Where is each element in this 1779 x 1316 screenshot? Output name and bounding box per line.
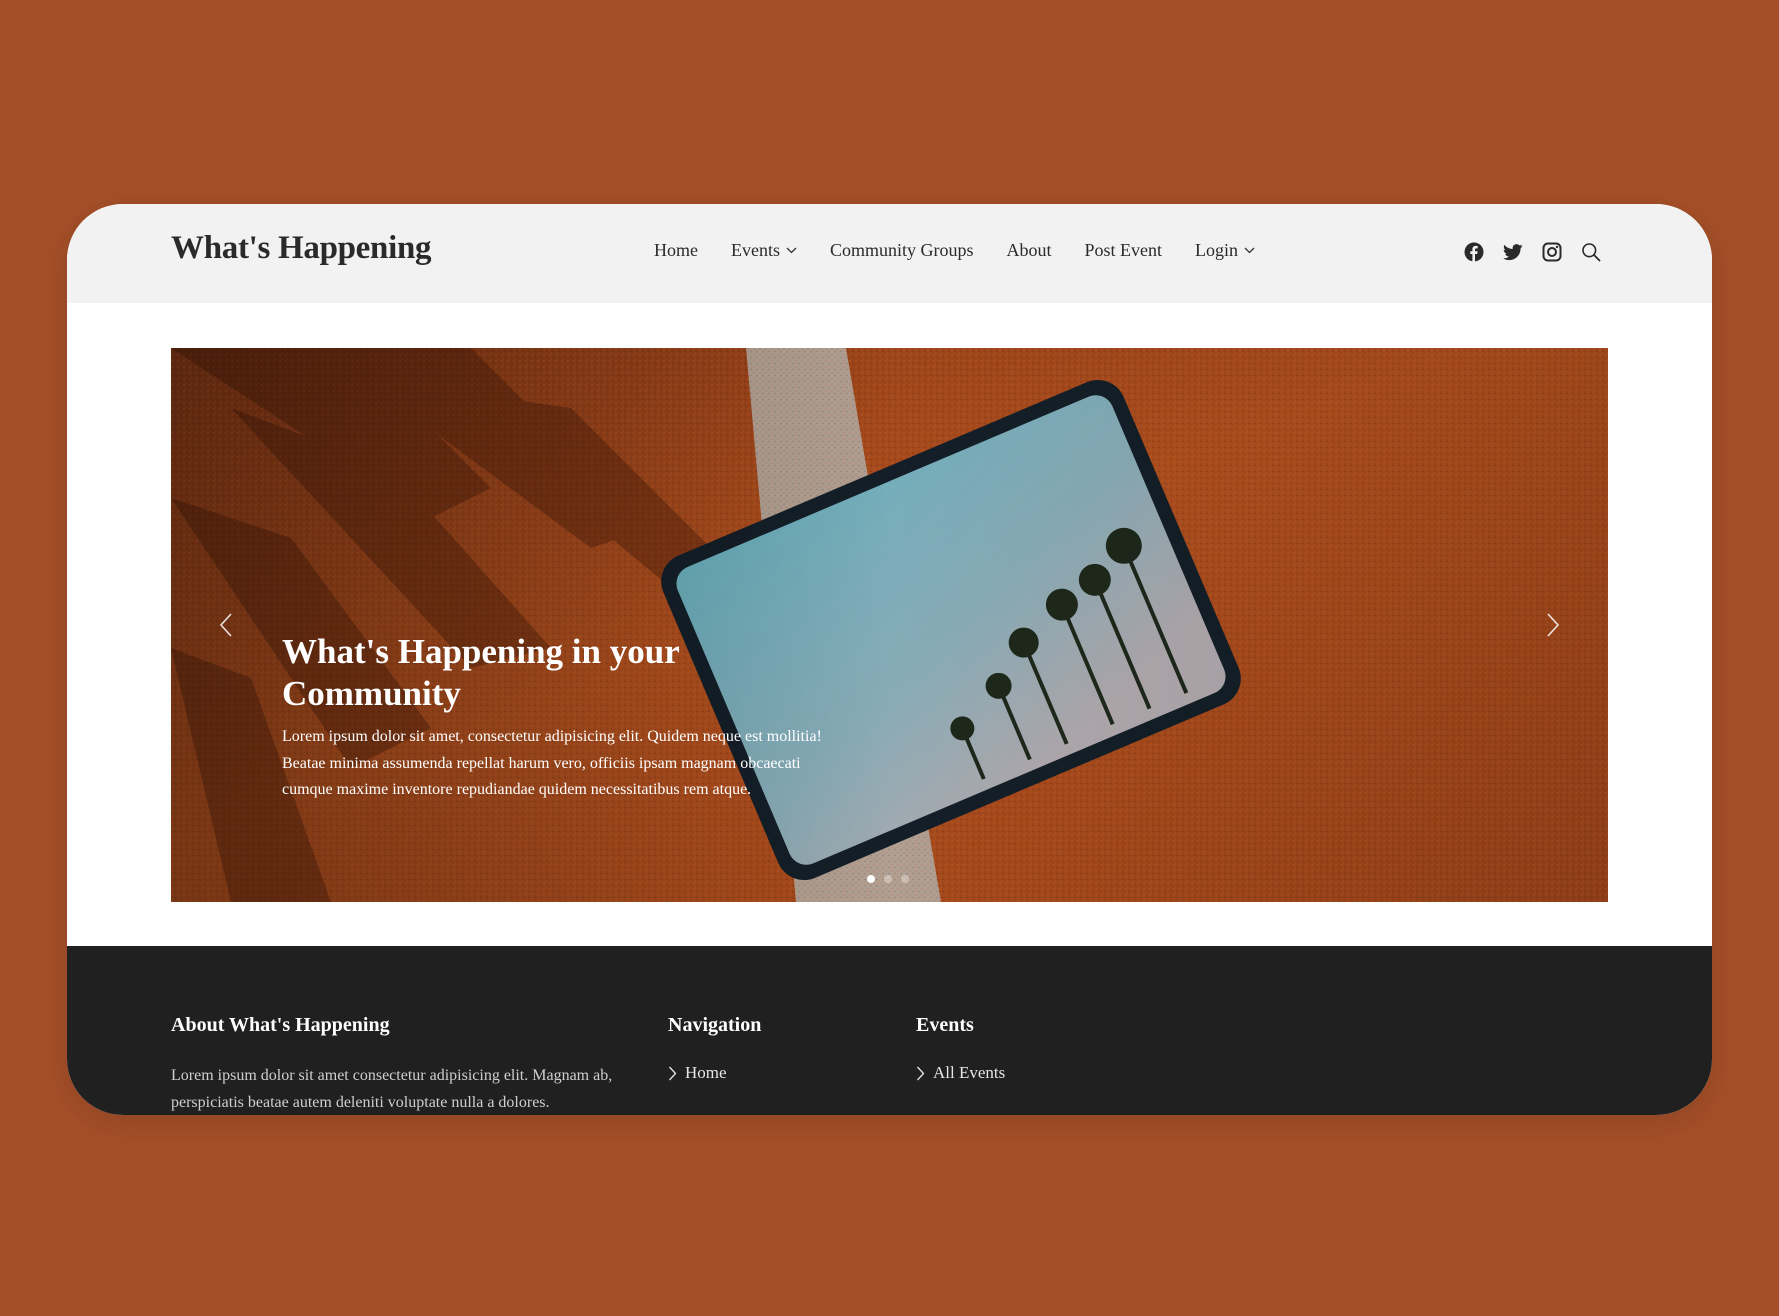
slider-dots <box>867 875 909 883</box>
hero-slider: What's Happening in your Community Lorem… <box>171 348 1608 902</box>
footer-about-text: Lorem ipsum dolor sit amet consectetur a… <box>171 1067 613 1111</box>
footer-link-label: Home <box>685 1063 727 1082</box>
footer-about: About What's Happening Lorem ipsum dolor… <box>171 1014 631 1115</box>
nav-item-home[interactable]: Home <box>654 240 698 261</box>
facebook-icon[interactable] <box>1463 241 1485 263</box>
nav-item-label: Post Event <box>1084 240 1163 260</box>
nav-item-label: Login <box>1195 240 1239 260</box>
nav-item-about[interactable]: About <box>1007 240 1052 261</box>
chevron-right-icon <box>669 1066 677 1080</box>
slider-dot[interactable] <box>901 875 909 883</box>
chevron-right-icon <box>917 1066 925 1080</box>
nav-item-label: Home <box>654 240 698 260</box>
footer-link-home[interactable]: Home <box>668 1063 761 1083</box>
nav-item-events[interactable]: Events <box>731 240 797 261</box>
nav-item-label: Events <box>731 240 780 260</box>
footer-link-all-events[interactable]: All Events <box>916 1063 1005 1083</box>
chevron-down-icon <box>786 247 797 254</box>
site-footer: About What's Happening Lorem ipsum dolor… <box>67 946 1712 1115</box>
nav-item-post-event[interactable]: Post Event <box>1085 240 1163 261</box>
footer-about-heading: About What's Happening <box>171 1014 390 1036</box>
hero-title: What's Happening in your Community <box>282 632 680 713</box>
footer-navigation-heading: Navigation <box>668 1014 762 1036</box>
hero-background-image <box>171 348 1608 902</box>
hero-description: Lorem ipsum dolor sit amet, consectetur … <box>282 728 822 798</box>
slider-dot[interactable] <box>867 875 875 883</box>
chevron-left-icon <box>219 613 232 637</box>
slider-prev-arrow[interactable] <box>215 610 239 640</box>
chevron-down-icon <box>1244 247 1255 254</box>
footer-events: Events All Events <box>916 1014 1005 1092</box>
nav-item-community-groups[interactable]: Community Groups <box>830 240 974 261</box>
instagram-icon[interactable] <box>1541 241 1563 263</box>
browser-window: What's Happening Home Events Community G… <box>67 204 1712 1115</box>
slider-next-arrow[interactable] <box>1540 610 1564 640</box>
search-icon[interactable] <box>1580 241 1602 263</box>
slider-dot[interactable] <box>884 875 892 883</box>
nav-item-label: Community Groups <box>830 240 974 260</box>
nav-item-label: About <box>1006 240 1052 260</box>
site-header: What's Happening Home Events Community G… <box>67 204 1712 303</box>
chevron-right-icon <box>1547 613 1560 637</box>
site-logo[interactable]: What's Happening <box>171 230 432 267</box>
footer-link-label: All Events <box>933 1063 1006 1082</box>
twitter-icon[interactable] <box>1502 241 1524 263</box>
nav-item-login[interactable]: Login <box>1195 240 1255 261</box>
social-links <box>1446 241 1602 263</box>
footer-events-heading: Events <box>916 1014 974 1036</box>
footer-navigation: Navigation Home <box>668 1014 761 1092</box>
main-nav: Home Events Community Groups About Post … <box>654 240 1255 261</box>
